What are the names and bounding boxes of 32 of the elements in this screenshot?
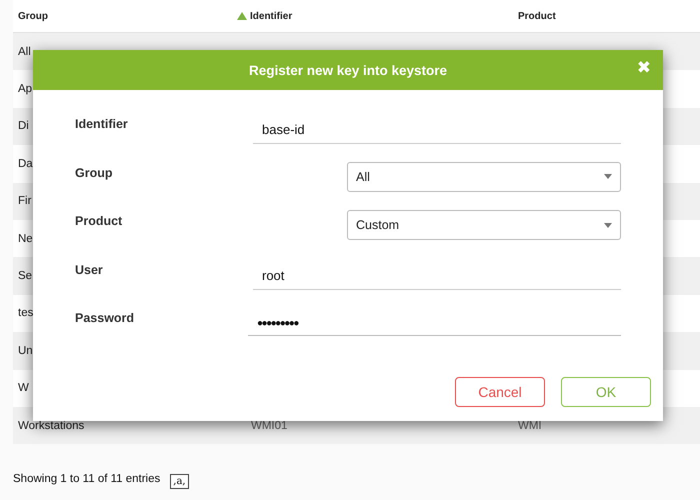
table-cell-text: WMI xyxy=(517,420,542,432)
cancel-button[interactable]: Cancel xyxy=(455,377,545,407)
table-cell-text: tes xyxy=(17,307,34,320)
column-header[interactable]: Group xyxy=(13,10,48,22)
password-field[interactable]: ●●●●●●●●● xyxy=(248,312,621,336)
table-cell-text: Di xyxy=(17,120,29,132)
table-cell-text: Workstations xyxy=(17,420,84,432)
table-cell-text: Ap xyxy=(17,83,32,96)
table-cell-text: Un xyxy=(17,344,33,357)
table-cell-text: W xyxy=(17,382,29,394)
dialog-title: Register new key into keystore xyxy=(248,62,448,78)
caret-icon xyxy=(604,174,612,180)
dropdown[interactable]: Custom xyxy=(347,210,621,240)
table-cell-text: WMI01 xyxy=(250,420,288,432)
table-cell-text: Da xyxy=(17,158,33,170)
format-button[interactable]: ,a, xyxy=(170,474,189,490)
field-label: Password xyxy=(75,311,134,326)
input-field[interactable]: base-id xyxy=(253,116,621,144)
entries-info: Showing 1 to 11 of 11 entries xyxy=(13,472,160,485)
dropdown[interactable]: All xyxy=(347,162,621,192)
column-header[interactable]: Identifier xyxy=(250,10,292,22)
field-label: Group xyxy=(75,166,112,180)
table-cell-text: Ne xyxy=(17,232,33,245)
column-header[interactable]: Product xyxy=(513,10,556,22)
field-label: User xyxy=(75,262,103,277)
table-cell-text: Se xyxy=(17,270,32,282)
table-cell-text: All xyxy=(17,46,31,58)
input-field[interactable]: root xyxy=(253,262,621,290)
caret-icon xyxy=(604,222,612,228)
table-cell-text: Fir xyxy=(17,195,32,208)
field-label: Product xyxy=(75,214,122,228)
field-label: Identifier xyxy=(75,117,128,132)
